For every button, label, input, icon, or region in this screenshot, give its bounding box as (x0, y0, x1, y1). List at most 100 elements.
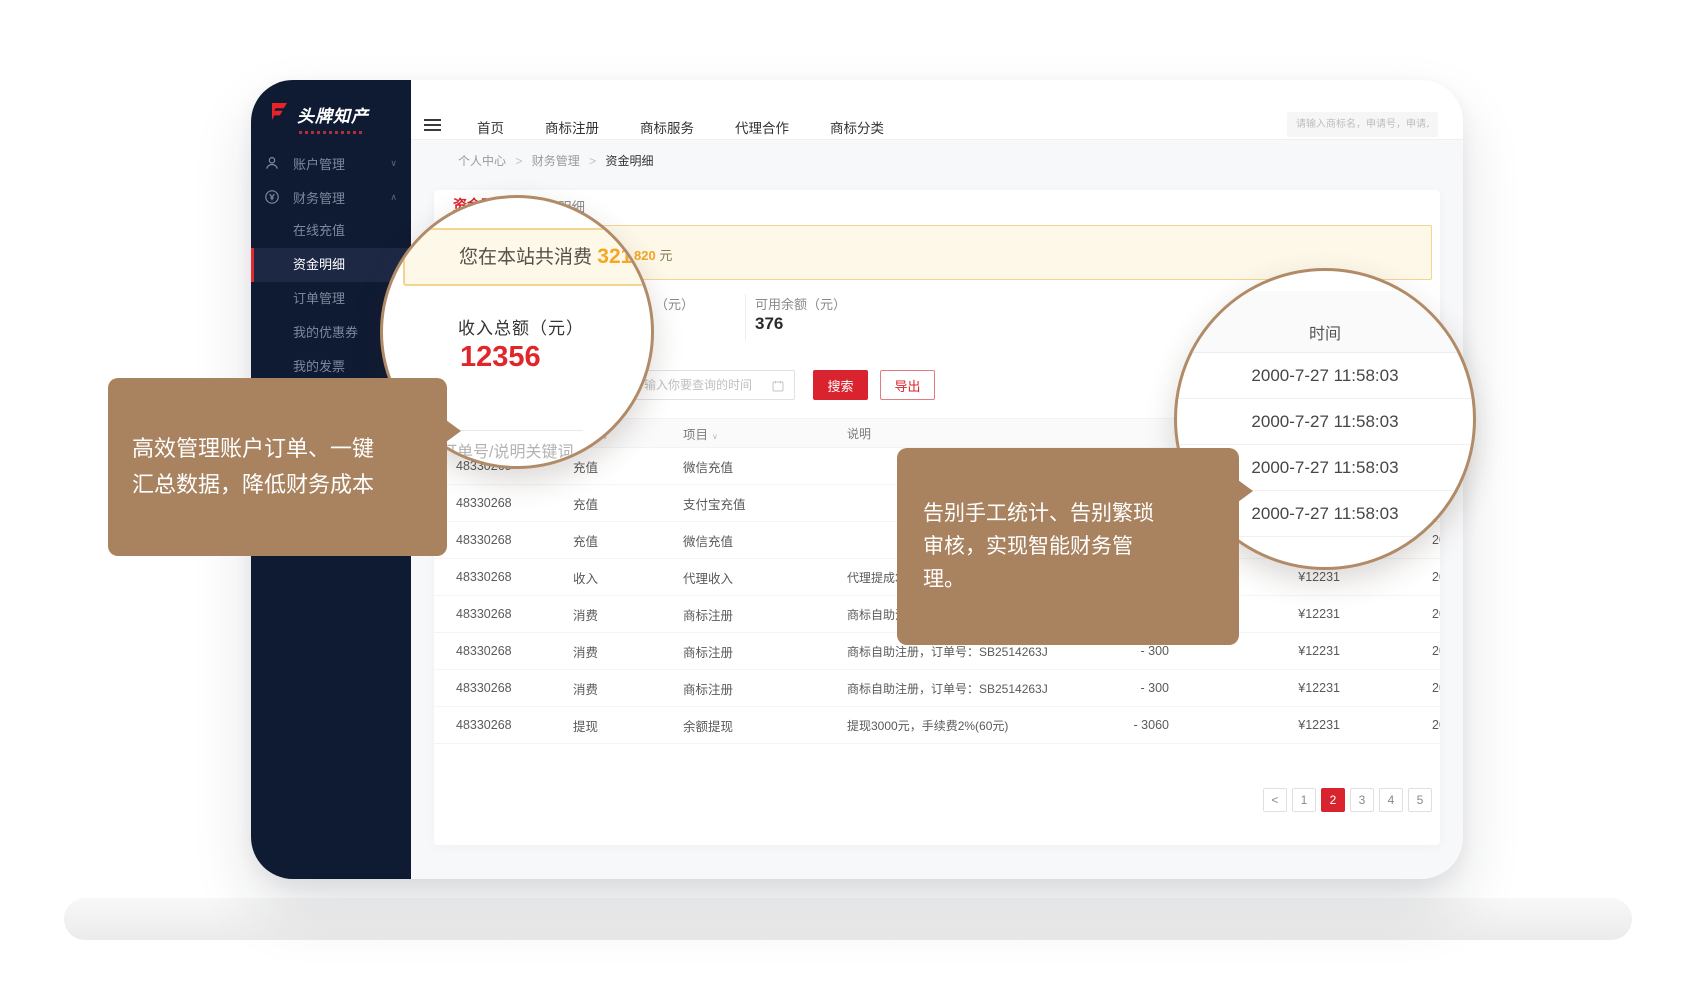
cell-project: 商标注册 (666, 605, 831, 624)
nav-item-trademark-category[interactable]: 商标分类 (830, 117, 884, 137)
cell-time: 2000-7-27 11:58:03 (1349, 718, 1440, 732)
callout-arrow-right-icon (1238, 480, 1253, 502)
magnified-banner-amount: 32124 (597, 245, 654, 268)
cell-project: 微信充值 (666, 531, 831, 550)
cell-type: 充值 (556, 494, 666, 513)
search-input[interactable] (1287, 112, 1438, 137)
cell-project: 商标注册 (666, 679, 831, 698)
cell-amount: - 300 (1079, 644, 1179, 658)
available-balance-label: 可用余额（元） (755, 294, 846, 313)
table-row: 48330268 提现 余额提现 提现3000元，手续费2%(60元) - 30… (434, 707, 1440, 744)
laptop-base (64, 898, 1632, 940)
cell-order: 48330268 (434, 718, 556, 732)
stat-divider (745, 294, 746, 340)
magnified-banner-prefix: 您在本站共消费 (459, 247, 592, 268)
brand-logo-text: 头牌知产 (297, 102, 369, 127)
cell-time: 2000-7-27 11:58:03 (1349, 570, 1440, 584)
cell-project: 商标注册 (666, 642, 831, 661)
finance-icon (264, 189, 280, 205)
callout-bubble-left: 高效管理账户订单、一键 汇总数据，降低财务成本 (108, 378, 447, 556)
pagination-page-4[interactable]: 4 (1379, 788, 1403, 812)
cell-type: 消费 (556, 642, 666, 661)
income-total-value: 12356 (460, 341, 541, 374)
pagination-prev[interactable]: < (1263, 788, 1287, 812)
cell-order: 48330268 (434, 570, 556, 584)
callout-right-text: 告别手工统计、告别繁琐 审核，实现智能财务管 理。 (923, 502, 1154, 591)
breadcrumb: 个人中心 > 财务管理 > 资金明细 (458, 152, 653, 169)
stat-middle-label: （元） (655, 294, 694, 313)
sidebar-item-account[interactable]: 账户管理 ∨ (251, 146, 411, 180)
cell-type: 消费 (556, 679, 666, 698)
cell-project: 代理收入 (666, 568, 831, 587)
cell-time: 2000-7-27 11:58:03 (1349, 681, 1440, 695)
breadcrumb-current: 资金明细 (605, 154, 653, 168)
pagination-page-1[interactable]: 1 (1292, 788, 1316, 812)
cell-balance: ¥12231 (1179, 644, 1349, 658)
cell-time: 2000-7-27 11:58:03 (1349, 607, 1440, 621)
cell-desc: 商标自助注册，订单号：SB2514263J (831, 680, 1079, 697)
cell-desc: 商标自助注册，订单号：SB2514263J (831, 643, 1079, 660)
sidebar-item-label: 账户管理 (293, 154, 345, 173)
pagination-page-2-active[interactable]: 2 (1321, 788, 1345, 812)
search-button[interactable]: 搜索 (813, 370, 868, 400)
sidebar-item-online-recharge[interactable]: 在线充值 (251, 214, 411, 248)
income-total-label: 收入总额（元） (458, 314, 584, 339)
magnified-time-cell: 2000-7-27 11:58:03 (1177, 399, 1473, 445)
time-filter-input[interactable] (635, 370, 795, 400)
available-balance-value: 376 (755, 314, 783, 334)
sidebar-item-finance[interactable]: 财务管理 ∧ (251, 180, 411, 214)
cell-balance: ¥12231 (1179, 681, 1349, 695)
calendar-icon[interactable] (772, 379, 784, 391)
export-button[interactable]: 导出 (880, 370, 935, 400)
top-nav: 首页 商标注册 商标服务 代理合作 商标分类 (477, 117, 884, 137)
header-project[interactable]: 项目∨ (666, 424, 831, 443)
cell-balance: ¥12231 (1179, 718, 1349, 732)
cell-amount: - 300 (1079, 681, 1179, 695)
magnified-consumption-banner: 您在本站共消费 32124 (403, 228, 654, 286)
brand-logo-icon (268, 101, 290, 128)
brand-logo[interactable]: 头牌知产 (251, 80, 411, 146)
cell-time: 2000-7-27 11:58:03 (1349, 644, 1440, 658)
pagination-page-5[interactable]: 5 (1408, 788, 1432, 812)
chevron-up-icon: ∧ (390, 192, 397, 203)
cell-type: 消费 (556, 605, 666, 624)
nav-item-trademark-service[interactable]: 商标服务 (640, 117, 694, 137)
breadcrumb-separator: > (515, 154, 522, 168)
breadcrumb-separator: > (589, 154, 596, 168)
cell-project: 余额提现 (666, 716, 831, 735)
nav-item-home[interactable]: 首页 (477, 117, 504, 137)
cell-type: 提现 (556, 716, 666, 735)
cell-order: 48330268 (434, 533, 556, 547)
magnified-time-header: 时间 (1177, 291, 1473, 353)
hamburger-menu-icon[interactable] (424, 119, 441, 134)
chevron-down-icon: ∨ (390, 158, 397, 169)
cell-desc: 提现3000元，手续费2%(60元) (831, 717, 1079, 734)
sidebar-item-label: 财务管理 (293, 188, 345, 207)
cell-order: 48330268 (434, 644, 556, 658)
callout-left-text: 高效管理账户订单、一键 汇总数据，降低财务成本 (132, 436, 374, 497)
cell-order: 48330268 (434, 496, 556, 510)
breadcrumb-finance[interactable]: 财务管理 (532, 154, 580, 168)
banner-tail-unit: 元 (659, 248, 672, 263)
breadcrumb-personal-center[interactable]: 个人中心 (458, 154, 506, 168)
cell-type: 充值 (556, 531, 666, 550)
pagination: < 1 2 3 4 5 (1263, 788, 1432, 812)
cell-amount: - 3060 (1079, 718, 1179, 732)
top-navbar: 首页 商标注册 商标服务 代理合作 商标分类 (411, 80, 1463, 140)
magnified-time-cell: 2000-7-27 11:58:03 (1177, 353, 1473, 399)
cell-type: 收入 (556, 568, 666, 587)
nav-item-agent-cooperation[interactable]: 代理合作 (735, 117, 789, 137)
logo-subtext-decoration (299, 131, 365, 134)
cell-project: 支付宝充值 (666, 494, 831, 513)
cell-order: 48330268 (434, 607, 556, 621)
nav-item-trademark-register[interactable]: 商标注册 (545, 117, 599, 137)
active-indicator (251, 248, 254, 282)
sort-icon[interactable]: ∨ (712, 432, 718, 441)
callout-arrow-right-icon (446, 420, 461, 442)
pagination-page-3[interactable]: 3 (1350, 788, 1374, 812)
header-desc: 说明 (831, 425, 1079, 442)
user-icon (264, 155, 280, 171)
cell-order: 48330268 (434, 681, 556, 695)
cell-project: 微信充值 (666, 457, 831, 476)
sidebar-item-fund-detail[interactable]: 资金明细 (251, 248, 411, 282)
